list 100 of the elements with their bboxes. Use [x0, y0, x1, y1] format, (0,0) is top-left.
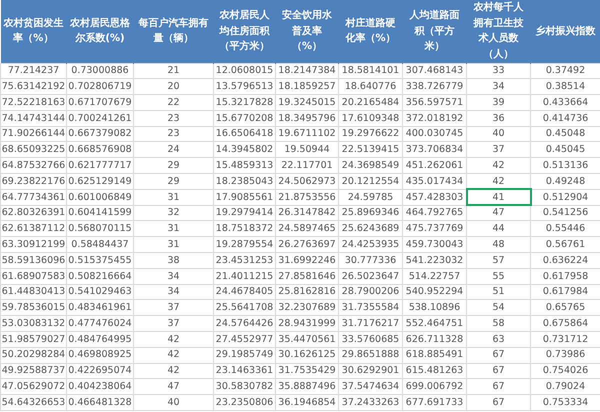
table-cell[interactable]: 37 — [134, 316, 214, 332]
table-cell[interactable]: 72.52218163 — [0, 94, 66, 110]
table-cell[interactable]: 0.702806719 — [66, 78, 134, 95]
table-cell[interactable]: 21.4011215 — [214, 268, 276, 284]
table-cell[interactable]: 699.006792 — [402, 378, 466, 395]
table-cell[interactable]: 0.617984 — [530, 284, 600, 300]
table-cell[interactable]: 0.508216664 — [66, 268, 134, 284]
table-cell[interactable]: 18.640776 — [338, 78, 402, 95]
table-cell[interactable]: 29.1985749 — [214, 347, 276, 364]
table-cell[interactable]: 0.73986 — [530, 347, 600, 364]
table-cell[interactable]: 28.9431999 — [276, 316, 338, 332]
table-cell[interactable]: 538.10896 — [402, 300, 466, 316]
table-cell[interactable]: 24.5764426 — [214, 316, 276, 332]
table-cell[interactable]: 48 — [466, 236, 530, 253]
table-cell[interactable]: 0.73000886 — [66, 63, 134, 79]
table-cell[interactable]: 31.7535429 — [276, 363, 338, 379]
table-cell[interactable]: 0.604141599 — [66, 205, 134, 221]
table-cell[interactable]: 49.92588737 — [0, 363, 66, 379]
table-cell[interactable]: 30.1626125 — [276, 347, 338, 364]
table-cell[interactable]: 0.477476024 — [66, 316, 134, 332]
table-cell[interactable]: 75.63142192 — [0, 78, 66, 95]
table-cell[interactable]: 31.7355584 — [338, 300, 402, 316]
table-cell[interactable]: 18.5814101 — [338, 63, 402, 79]
table-cell[interactable]: 40 — [134, 394, 214, 411]
table-cell[interactable]: 54.64326653 — [0, 394, 66, 411]
table-cell[interactable]: 32.2307689 — [276, 300, 338, 316]
table-cell[interactable]: 31 — [134, 189, 214, 206]
table-cell[interactable]: 55 — [466, 268, 530, 284]
table-cell[interactable]: 0.404238064 — [66, 378, 134, 395]
table-cell[interactable]: 28.7900206 — [338, 284, 402, 300]
table-cell[interactable]: 25.6243689 — [338, 220, 402, 237]
table-cell[interactable]: 50.20298284 — [0, 347, 66, 364]
table-cell[interactable]: 58 — [466, 316, 530, 332]
table-cell[interactable]: 35.8887496 — [276, 378, 338, 395]
table-cell[interactable]: 25.8162816 — [276, 284, 338, 300]
table-cell[interactable]: 0.469808925 — [66, 347, 134, 364]
table-cell[interactable]: 0.621777717 — [66, 158, 134, 174]
table-cell[interactable]: 37 — [466, 142, 530, 158]
table-cell[interactable]: 26.3147842 — [276, 205, 338, 221]
table-cell[interactable]: 77.214237 — [0, 63, 66, 79]
table-cell[interactable]: 0.45048 — [530, 126, 600, 142]
table-cell[interactable]: 61.68907583 — [0, 268, 66, 284]
table-cell[interactable]: 14.3945802 — [214, 142, 276, 158]
table-cell[interactable]: 618.885491 — [402, 347, 466, 364]
table-cell[interactable]: 400.030745 — [402, 126, 466, 142]
table-cell[interactable]: 22.5139415 — [338, 142, 402, 158]
table-cell[interactable]: 0.466481328 — [66, 394, 134, 411]
table-cell[interactable]: 38 — [134, 252, 214, 268]
table-cell[interactable]: 64.87532766 — [0, 158, 66, 174]
table-cell[interactable]: 19.3245015 — [276, 94, 338, 110]
table-cell[interactable]: 67 — [466, 363, 530, 379]
table-cell[interactable]: 615.481263 — [402, 363, 466, 379]
table-cell[interactable]: 35.4470561 — [276, 332, 338, 348]
table-cell[interactable]: 25.8969346 — [338, 205, 402, 221]
table-cell[interactable]: 514.22757 — [402, 268, 466, 284]
table-cell[interactable]: 47 — [134, 378, 214, 395]
table-cell[interactable]: 34 — [134, 284, 214, 300]
table-cell[interactable]: 0.422695074 — [66, 363, 134, 379]
table-cell[interactable]: 29 — [134, 174, 214, 190]
table-cell[interactable]: 24 — [134, 142, 214, 158]
table-cell[interactable]: 27.8581646 — [276, 268, 338, 284]
table-cell[interactable]: 19.2976622 — [338, 126, 402, 142]
table-cell[interactable]: 26.5023647 — [338, 268, 402, 284]
table-cell[interactable]: 21 — [134, 63, 214, 79]
table-cell[interactable]: 20.1212554 — [338, 174, 402, 190]
table-cell[interactable]: 356.597571 — [402, 94, 466, 110]
table-cell[interactable]: 31 — [134, 220, 214, 237]
table-cell[interactable]: 15.4859313 — [214, 158, 276, 174]
table-cell[interactable]: 37 — [134, 300, 214, 316]
table-cell[interactable]: 0.37492 — [530, 63, 600, 79]
table-cell[interactable]: 0.671707679 — [66, 94, 134, 110]
table-cell[interactable]: 42 — [134, 363, 214, 379]
table-cell[interactable]: 67 — [466, 347, 530, 364]
table-cell[interactable]: 57 — [466, 252, 530, 268]
table-cell[interactable]: 451.262061 — [402, 158, 466, 174]
table-cell[interactable]: 0.667379082 — [66, 126, 134, 142]
table-cell[interactable]: 51 — [466, 284, 530, 300]
table-cell[interactable]: 626.711328 — [402, 332, 466, 348]
table-cell[interactable]: 36.1946854 — [276, 394, 338, 411]
table-cell[interactable]: 23 — [134, 126, 214, 142]
table-cell[interactable]: 0.484764995 — [66, 332, 134, 348]
table-cell[interactable]: 24.4253935 — [338, 236, 402, 253]
table-cell[interactable]: 372.018192 — [402, 110, 466, 126]
table-cell[interactable]: 19.50944 — [276, 142, 338, 158]
table-cell[interactable]: 31 — [134, 236, 214, 253]
table-cell[interactable]: 71.90266144 — [0, 126, 66, 142]
table-cell[interactable]: 23.2350806 — [214, 394, 276, 411]
table-cell[interactable]: 0.754026 — [530, 363, 600, 379]
table-cell[interactable]: 307.468143 — [402, 63, 466, 79]
table-cell[interactable]: 459.730043 — [402, 236, 466, 253]
table-cell[interactable]: 19.2879554 — [214, 236, 276, 253]
table-cell[interactable]: 39 — [466, 94, 530, 110]
table-cell[interactable]: 18.2385043 — [214, 174, 276, 190]
table-cell[interactable]: 0.668576908 — [66, 142, 134, 158]
table-cell[interactable]: 54 — [466, 300, 530, 316]
table-cell[interactable]: 24.59785 — [338, 189, 402, 206]
table-cell[interactable]: 25.5641708 — [214, 300, 276, 316]
table-cell[interactable]: 63.30912199 — [0, 236, 66, 253]
table-cell[interactable]: 67 — [466, 394, 530, 411]
table-cell[interactable]: 31.6992246 — [276, 252, 338, 268]
